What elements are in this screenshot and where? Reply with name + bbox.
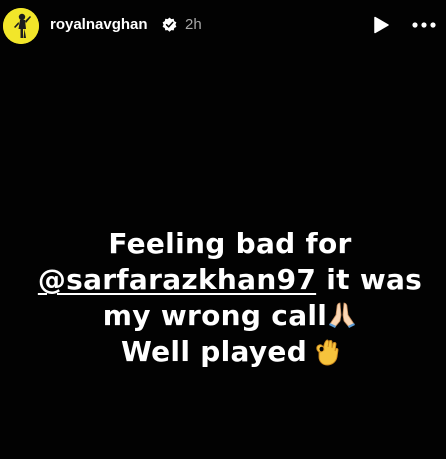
- caption-line-1: Feeling bad for: [108, 227, 352, 260]
- verified-badge-icon: [162, 17, 177, 32]
- caption-line-4: Well played: [30, 334, 430, 370]
- caption-line-4-text: Well played: [120, 335, 308, 368]
- caption-line-3-text: my wrong call: [102, 299, 328, 332]
- avatar-cricket-player-icon: [3, 8, 39, 44]
- play-icon[interactable]: [371, 15, 391, 35]
- story-username[interactable]: royalnavghan: [50, 16, 148, 34]
- user-mention-link[interactable]: @sarfarazkhan97: [38, 263, 316, 296]
- story-caption: Feeling bad for @sarfarazkhan97 it was m…: [30, 226, 430, 370]
- story-timestamp: 2h: [185, 16, 202, 33]
- story-header: royalnavghan 2h: [0, 0, 446, 50]
- more-icon[interactable]: [411, 14, 437, 36]
- avatar[interactable]: [3, 8, 39, 44]
- story-viewer: royalnavghan 2h Feeling bad for @sarfara…: [0, 0, 446, 459]
- caption-line-2-text: it was: [316, 263, 423, 296]
- ok-hand-emoji-icon: [316, 339, 339, 366]
- caption-line-3: my wrong call: [30, 298, 430, 334]
- caption-line-2: @sarfarazkhan97 it was: [30, 262, 430, 298]
- folded-hands-emoji-icon: [329, 302, 356, 328]
